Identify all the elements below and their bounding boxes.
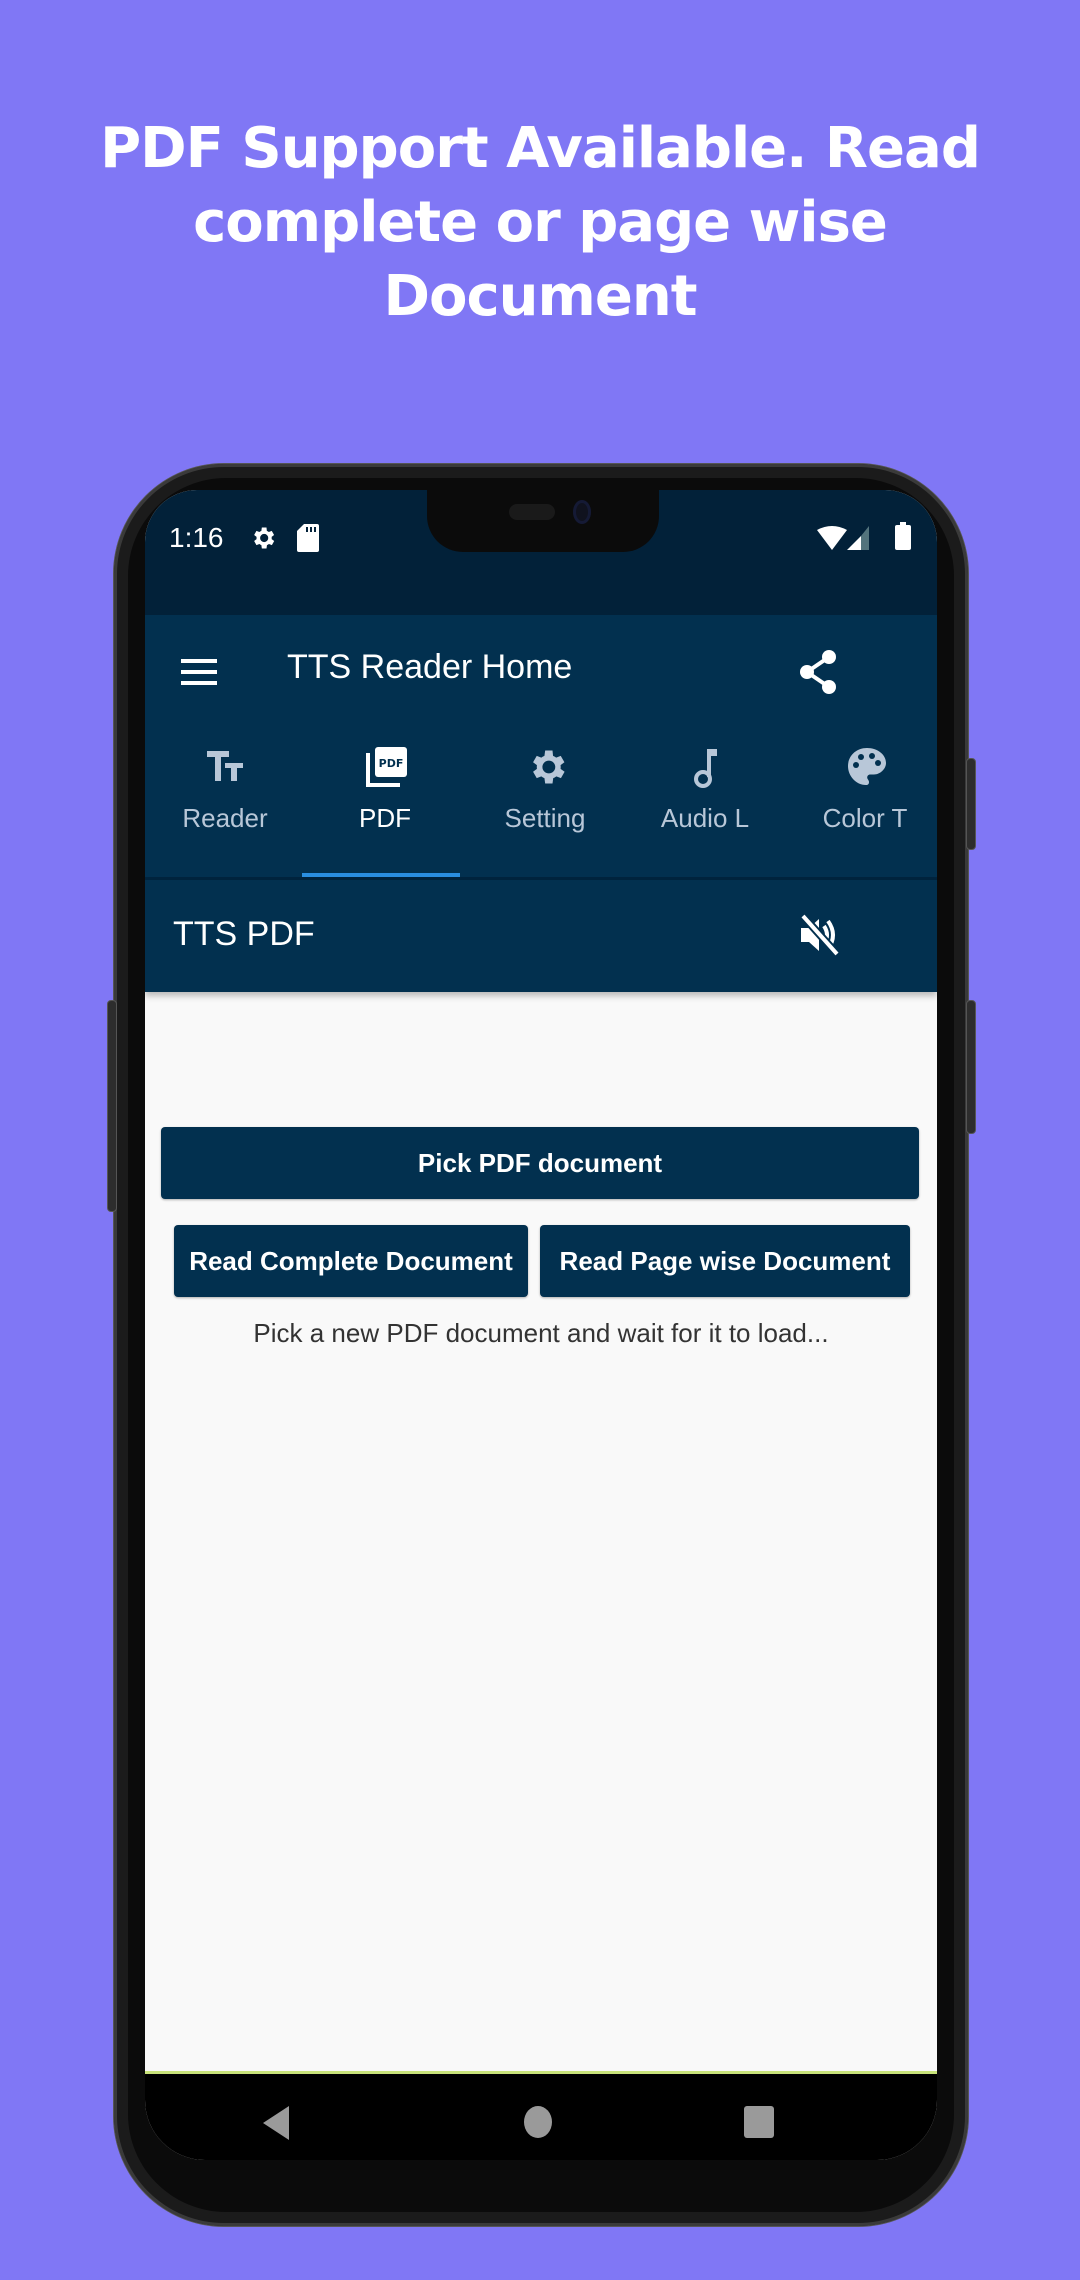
tab-pdf[interactable]: PDF PDF: [305, 737, 465, 877]
tab-label: Color T: [822, 803, 908, 833]
earpiece-speaker: [509, 504, 555, 520]
volume-off-icon[interactable]: [797, 912, 841, 958]
phone-power-button: [966, 758, 976, 850]
headline-line-1: PDF Support Available. Read: [100, 116, 981, 181]
tab-label: PDF: [359, 803, 411, 833]
share-icon[interactable]: [797, 649, 841, 695]
read-page-wise-document-button[interactable]: Read Page wise Document: [540, 1225, 910, 1297]
settings-icon: [249, 524, 277, 557]
wifi-icon: [817, 526, 847, 555]
tab-label: Reader: [182, 803, 268, 833]
active-tab-indicator: [302, 873, 460, 877]
gear-icon: [525, 745, 565, 789]
recents-icon[interactable]: [744, 2106, 774, 2138]
app-bar: TTS Reader Home Reader PDF PDF Setting A…: [145, 615, 937, 880]
sub-toolbar-title: TTS PDF: [173, 915, 315, 953]
text-size-icon: [205, 745, 245, 789]
tab-setting[interactable]: Setting: [465, 737, 625, 877]
svg-text:PDF: PDF: [379, 757, 404, 770]
sd-card-icon: [297, 524, 319, 557]
read-complete-document-button[interactable]: Read Complete Document: [174, 1225, 528, 1297]
sub-toolbar: TTS PDF: [145, 880, 937, 992]
pick-pdf-button[interactable]: Pick PDF document: [161, 1127, 919, 1199]
hamburger-menu-icon[interactable]: [179, 655, 219, 689]
signal-icon: [847, 526, 869, 555]
headline-line-2: complete or page wise: [193, 190, 888, 255]
tab-reader[interactable]: Reader: [145, 737, 305, 877]
tab-bar: Reader PDF PDF Setting Audio L Color T: [145, 737, 937, 877]
phone-screen: 1:16 TTS Reader Home Reader PDF PDF Sett…: [145, 490, 937, 2160]
tab-label: Setting: [504, 803, 586, 833]
headline-line-3: Document: [383, 264, 698, 329]
tab-color[interactable]: Color T: [785, 737, 937, 877]
phone-volume-button: [966, 1000, 976, 1134]
status-time: 1:16: [169, 522, 224, 553]
front-camera: [573, 500, 591, 524]
home-icon[interactable]: [524, 2106, 552, 2138]
camera-notch: [427, 490, 659, 552]
phone-side-button-left: [107, 1000, 117, 1212]
tab-audio[interactable]: Audio L: [625, 737, 785, 877]
system-navigation-bar: [145, 2074, 937, 2160]
palette-icon: [845, 745, 886, 789]
app-title: TTS Reader Home: [287, 648, 573, 686]
promo-headline: PDF Support Available. Read complete or …: [60, 112, 1020, 334]
status-bar: 1:16: [145, 490, 937, 615]
pdf-icon: PDF: [365, 745, 407, 789]
back-icon[interactable]: [261, 2106, 291, 2145]
status-hint-text: Pick a new PDF document and wait for it …: [253, 1318, 829, 1348]
tab-label: Audio L: [660, 803, 750, 833]
battery-icon: [895, 522, 911, 555]
music-note-icon: [685, 745, 725, 789]
